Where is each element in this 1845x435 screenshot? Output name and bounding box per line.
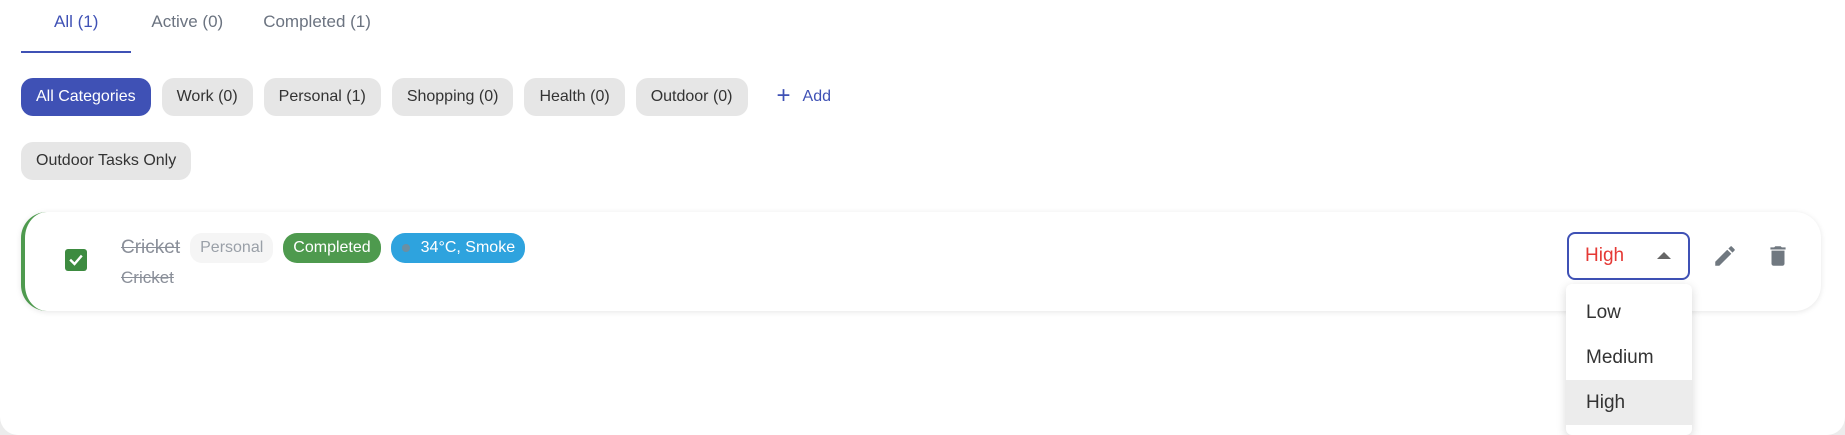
tab-completed-label: Completed (1) — [263, 11, 371, 31]
status-badge: Completed — [283, 233, 381, 263]
plus-icon: + — [776, 82, 791, 109]
tab-active[interactable]: Active (0) — [131, 0, 243, 53]
status-tabs: All (1) Active (0) Completed (1) — [21, 0, 391, 53]
weather-badge: 34°C, Smoke — [390, 233, 526, 263]
category-filter-bar: All Categories Work (0) Personal (1) Sho… — [21, 78, 831, 116]
pencil-icon — [1715, 246, 1735, 266]
task-description: Cricket — [121, 268, 174, 287]
caret-up-icon — [1657, 252, 1671, 259]
trash-icon — [1770, 246, 1786, 266]
task-complete-checkbox[interactable] — [65, 249, 87, 271]
priority-value: High — [1585, 245, 1625, 266]
checkmark-icon — [69, 254, 83, 266]
weather-text: 34°C, Smoke — [420, 239, 516, 256]
priority-select[interactable]: High — [1567, 232, 1690, 280]
category-chip-personal[interactable]: Personal (1) — [263, 78, 381, 116]
tab-all[interactable]: All (1) — [21, 0, 132, 53]
tab-active-label: Active (0) — [151, 11, 224, 31]
priority-option-low[interactable]: Low — [1566, 290, 1692, 335]
category-chip-outdoor[interactable]: Outdoor (0) — [635, 78, 748, 116]
category-chip-shopping[interactable]: Shopping (0) — [391, 78, 514, 116]
todo-page: All (1) Active (0) Completed (1) All Cat… — [0, 0, 1845, 435]
priority-dropdown-menu: Low Medium High — [1566, 284, 1692, 435]
weather-icon — [401, 244, 410, 252]
priority-option-high[interactable]: High — [1566, 380, 1692, 425]
tab-all-label: All (1) — [54, 11, 99, 31]
add-category-button[interactable]: + Add — [777, 78, 831, 116]
edit-button[interactable] — [1712, 243, 1738, 269]
outdoor-tasks-only-chip[interactable]: Outdoor Tasks Only — [21, 142, 192, 180]
task-title: Cricket — [121, 237, 181, 258]
category-chip-health[interactable]: Health (0) — [524, 78, 625, 116]
category-chip-all[interactable]: All Categories — [21, 78, 151, 116]
task-title-row: Cricket Personal Completed 34°C, Smoke — [121, 233, 526, 263]
priority-option-medium[interactable]: Medium — [1566, 335, 1692, 380]
add-category-label: Add — [802, 88, 831, 105]
tab-completed[interactable]: Completed (1) — [243, 0, 391, 53]
category-chip-work[interactable]: Work (0) — [161, 78, 253, 116]
task-category-tag: Personal — [190, 233, 274, 263]
task-card: Cricket Personal Completed 34°C, Smoke C… — [21, 212, 1821, 311]
delete-button[interactable] — [1765, 243, 1791, 269]
